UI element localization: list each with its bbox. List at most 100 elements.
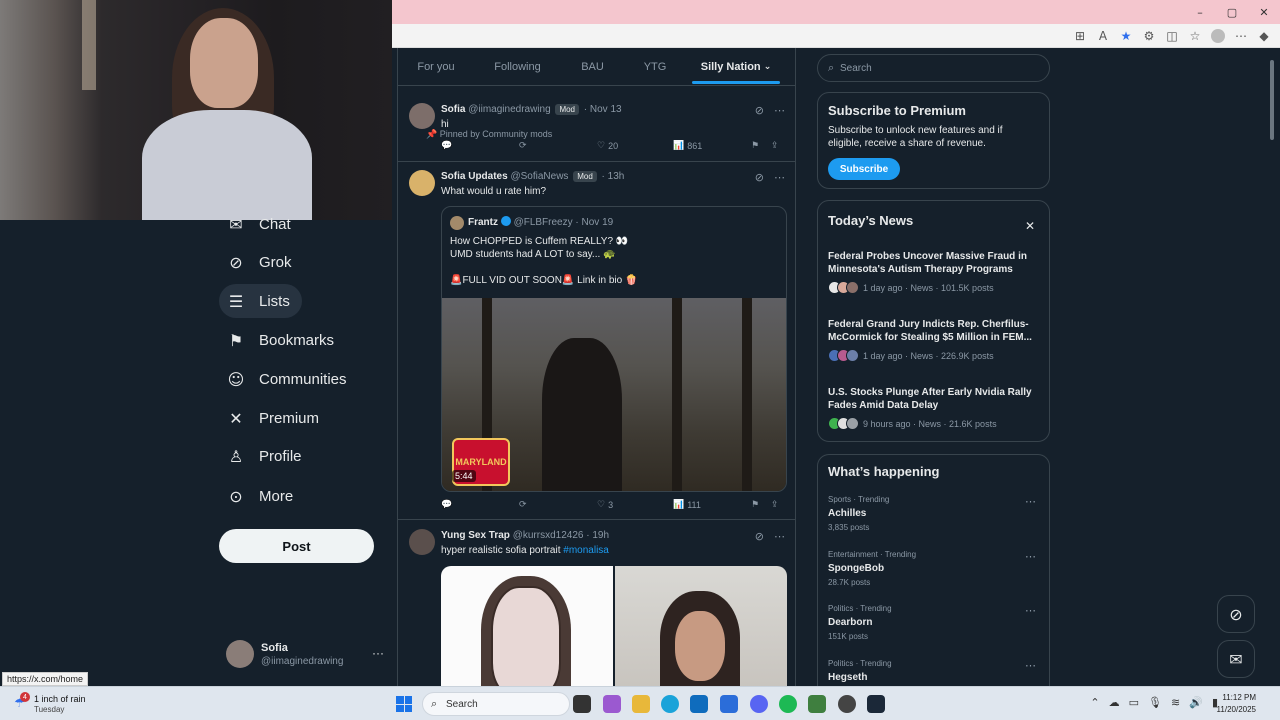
maximize-button[interactable]: ▢ xyxy=(1216,0,1248,24)
tweet-more-icon[interactable]: ⋯ xyxy=(774,104,785,117)
trend-item[interactable]: Politics · Trending Hegseth ⋯ xyxy=(828,659,1042,683)
microphone-icon[interactable]: 🎙 xyxy=(1148,696,1162,709)
split-screen-icon[interactable]: ◫ xyxy=(1164,28,1180,44)
hashtag-link[interactable]: #monalisa xyxy=(563,545,609,556)
wifi-icon[interactable]: ≋ xyxy=(1171,696,1180,709)
task-view-icon[interactable] xyxy=(573,695,591,713)
weather-widget[interactable]: ☂ 4 1 inch of rain Tuesday xyxy=(14,692,124,716)
close-window-button[interactable]: ✕ xyxy=(1248,0,1280,24)
photo-image[interactable] xyxy=(615,566,787,686)
trend-more-icon[interactable]: ⋯ xyxy=(1025,550,1036,563)
trend-item[interactable]: Entertainment · Trending SpongeBob 28.7K… xyxy=(828,550,1042,587)
reply-icon[interactable]: 💬 xyxy=(441,141,452,151)
favorites-icon[interactable]: ☆ xyxy=(1187,28,1203,44)
share-icon[interactable]: ⇪ xyxy=(771,500,779,510)
browser-menu-icon[interactable]: ⋯ xyxy=(1233,28,1249,44)
clock[interactable]: 11:12 PM 11/20/2025 xyxy=(1217,692,1256,716)
tweet-author-name[interactable]: Sofia xyxy=(441,104,465,115)
favorite-star-icon[interactable]: ★ xyxy=(1118,28,1134,44)
trend-item[interactable]: Sports · Trending Achilles 3,835 posts ⋯ xyxy=(828,495,1042,532)
tweet-author-name[interactable]: Sofia Updates xyxy=(441,171,508,182)
cloud-icon[interactable]: ☁ xyxy=(1109,696,1120,709)
tweet-time[interactable]: · Nov 13 xyxy=(584,104,622,115)
grok-icon[interactable]: ⊘ xyxy=(755,530,764,543)
retweet-icon[interactable]: ⟳ xyxy=(519,500,527,510)
grok-icon[interactable]: ⊘ xyxy=(755,171,764,184)
copilot-app-icon[interactable] xyxy=(603,695,621,713)
search-input[interactable]: ⌕ Search xyxy=(817,54,1050,82)
sidebar-item-more[interactable]: ⊙ More xyxy=(219,479,305,513)
avatar[interactable] xyxy=(409,529,435,555)
avatar[interactable] xyxy=(409,170,435,196)
like-button[interactable]: ♡ 20 xyxy=(597,141,618,151)
avatar[interactable] xyxy=(409,103,435,129)
subscribe-button[interactable]: Subscribe xyxy=(828,158,900,180)
news-item[interactable]: Federal Probes Uncover Massive Fraud in … xyxy=(828,250,1042,294)
tweet-more-icon[interactable]: ⋯ xyxy=(774,530,785,543)
spotify-icon[interactable] xyxy=(779,695,797,713)
bookmark-icon[interactable]: ⚑ xyxy=(751,141,759,151)
post-button[interactable]: Post xyxy=(219,529,374,563)
chevron-up-icon[interactable]: ⌃ xyxy=(1090,696,1099,709)
edge-icon[interactable] xyxy=(661,695,679,713)
taskbar-search[interactable]: ⌕ Search xyxy=(422,692,570,716)
messages-fab-button[interactable]: ✉ xyxy=(1217,640,1255,678)
sidebar-item-lists[interactable]: ☰ Lists xyxy=(219,284,302,318)
like-button[interactable]: ♡ 3 xyxy=(597,500,613,510)
trend-more-icon[interactable]: ⋯ xyxy=(1025,659,1036,672)
trend-item[interactable]: Politics · Trending Dearborn 151K posts … xyxy=(828,604,1042,641)
trend-more-icon[interactable]: ⋯ xyxy=(1025,604,1036,617)
read-aloud-icon[interactable]: A xyxy=(1095,28,1111,44)
grok-fab-button[interactable]: ⊘ xyxy=(1217,595,1255,633)
tab-following[interactable]: Following xyxy=(474,48,561,86)
tweet-sofia-updates[interactable]: Sofia Updates @SofiaNews Mod · 13h ⊘ ⋯ W… xyxy=(398,162,795,520)
obs-icon[interactable] xyxy=(838,695,856,713)
file-explorer-icon[interactable] xyxy=(632,695,650,713)
grok-icon[interactable]: ⊘ xyxy=(755,104,764,117)
sidebar-item-chat[interactable]: ✉ Chat xyxy=(219,207,303,241)
start-button[interactable] xyxy=(396,696,412,712)
extensions-icon[interactable]: ⚙ xyxy=(1141,28,1157,44)
tab-bau[interactable]: BAU xyxy=(561,48,624,86)
bookmark-icon[interactable]: ⚑ xyxy=(751,500,759,510)
tab-for-you[interactable]: For you xyxy=(398,48,474,86)
tab-ytg[interactable]: YTG xyxy=(624,48,686,86)
sidebar-item-grok[interactable]: ⊘ Grok xyxy=(219,245,304,279)
app-icon[interactable] xyxy=(808,695,826,713)
sidebar-item-profile[interactable]: ♙ Profile xyxy=(219,439,314,473)
trend-more-icon[interactable]: ⋯ xyxy=(1025,495,1036,508)
views-button[interactable]: 📊 861 xyxy=(673,141,702,151)
tweet-pinned[interactable]: 📌 Pinned by Community mods Sofia @iimagi… xyxy=(398,87,795,162)
tweet-time[interactable]: · 13h xyxy=(602,171,625,182)
news-item[interactable]: U.S. Stocks Plunge After Early Nvidia Ra… xyxy=(828,386,1042,430)
tweet-image-pair[interactable] xyxy=(441,566,787,686)
drawing-image[interactable] xyxy=(441,566,613,686)
minimize-button[interactable]: – xyxy=(1184,0,1216,24)
profile-avatar[interactable] xyxy=(1210,28,1226,44)
tweet-author-name[interactable]: Yung Sex Trap xyxy=(441,530,510,541)
account-switcher[interactable]: Sofia @iimaginedrawing ··· xyxy=(226,640,386,672)
copilot-icon[interactable]: ◆ xyxy=(1256,28,1272,44)
close-icon[interactable]: ✕ xyxy=(1025,219,1035,233)
tweet-more-icon[interactable]: ⋯ xyxy=(774,171,785,184)
volume-icon[interactable]: 🔊 xyxy=(1189,696,1203,709)
quoted-tweet[interactable]: Frantz @FLBFreezy · Nov 19 How CHOPPED i… xyxy=(441,206,787,492)
apps-icon[interactable]: ⊞ xyxy=(1072,28,1088,44)
network-icon[interactable]: ▭ xyxy=(1129,696,1139,709)
account-more-icon[interactable]: ··· xyxy=(372,646,384,660)
page-scrollbar[interactable] xyxy=(1268,48,1276,686)
video-thumbnail[interactable]: MARYLAND 5:44 xyxy=(442,298,786,491)
outlook-icon[interactable] xyxy=(720,695,738,713)
views-button[interactable]: 📊 111 xyxy=(673,500,701,510)
store-icon[interactable] xyxy=(690,695,708,713)
sidebar-item-bookmarks[interactable]: ⚑ Bookmarks xyxy=(219,323,346,357)
tweet-time[interactable]: · 19h xyxy=(586,530,609,541)
reply-icon[interactable]: 💬 xyxy=(441,500,452,510)
share-icon[interactable]: ⇪ xyxy=(771,141,779,151)
sidebar-item-premium[interactable]: ✕ Premium xyxy=(219,401,331,435)
discord-icon[interactable] xyxy=(750,695,768,713)
steam-icon[interactable] xyxy=(867,695,885,713)
news-item[interactable]: Federal Grand Jury Indicts Rep. Cherfilu… xyxy=(828,318,1042,362)
sidebar-item-communities[interactable]: ☺ Communities xyxy=(219,362,359,396)
retweet-icon[interactable]: ⟳ xyxy=(519,141,527,151)
